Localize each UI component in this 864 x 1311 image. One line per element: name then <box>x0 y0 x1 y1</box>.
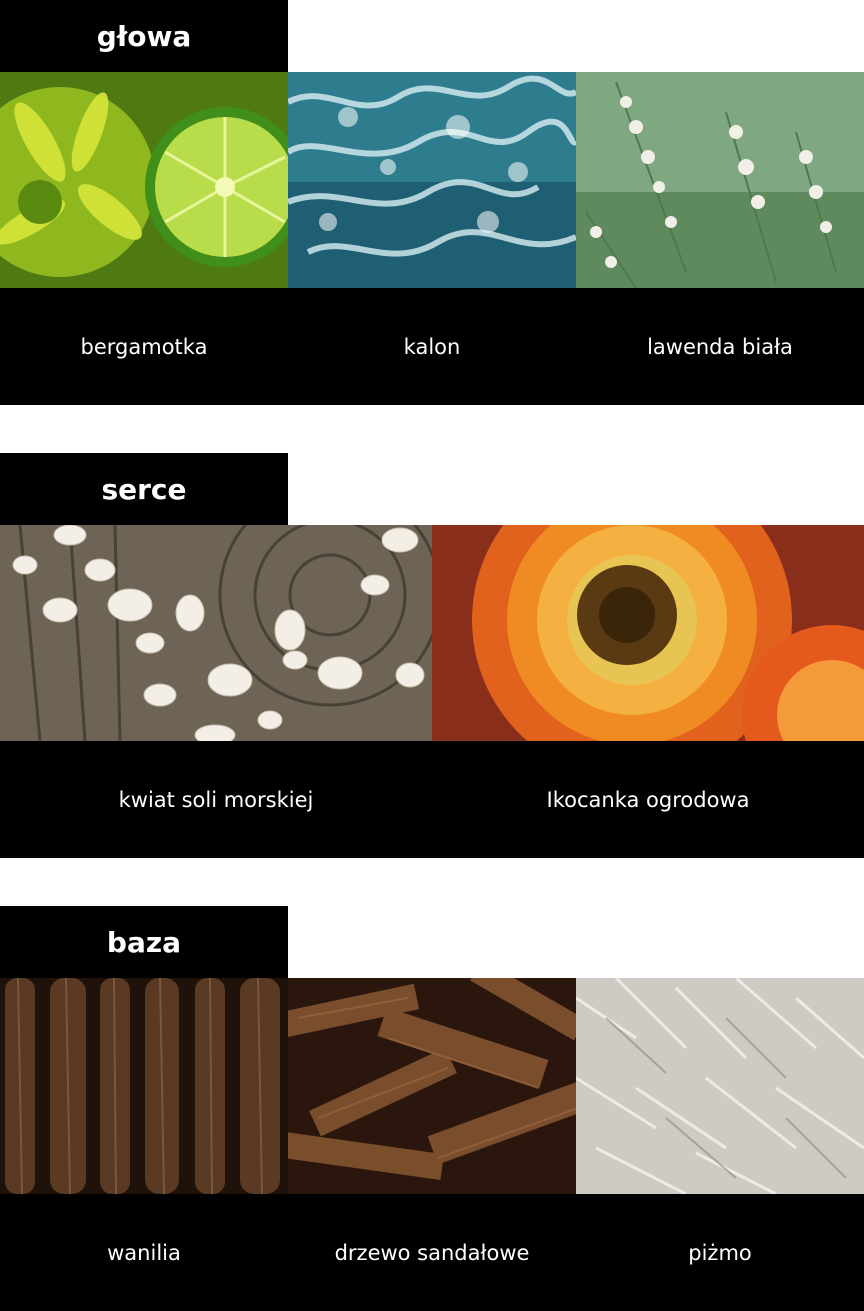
vanilla-pods-image <box>0 978 288 1194</box>
bergamot-image <box>0 72 288 288</box>
note-label: Ikocanka ogrodowa <box>546 787 750 812</box>
labels-bar: bergamotka kalon lawenda biała <box>0 288 864 405</box>
image-row <box>0 525 864 741</box>
sea-salt-on-wood-image <box>0 525 432 741</box>
note-label: piżmo <box>688 1240 752 1265</box>
note-label: kalon <box>403 334 461 359</box>
note-label: wanilia <box>107 1240 181 1265</box>
section-tag: głowa <box>0 0 288 72</box>
note-label: kwiat soli morskiej <box>118 787 314 812</box>
sandalwood-image <box>288 978 576 1194</box>
section-tag: serce <box>0 453 288 525</box>
fur-image <box>576 978 864 1194</box>
note-label: drzewo sandałowe <box>334 1240 530 1265</box>
image-row <box>0 72 864 288</box>
section-glowa: głowa bergamotka kalon lawenda biała <box>0 0 864 405</box>
sea-water-image <box>288 72 576 288</box>
note-label: lawenda biała <box>647 334 793 359</box>
note-label: bergamotka <box>80 334 208 359</box>
section-tag: baza <box>0 906 288 978</box>
labels-bar: kwiat soli morskiej Ikocanka ogrodowa <box>0 741 864 858</box>
white-lavender-image <box>576 72 864 288</box>
strawflower-image <box>432 525 864 741</box>
section-serce: serce kwiat soli morskiej Ikocanka ogrod… <box>0 453 864 858</box>
image-row <box>0 978 864 1194</box>
labels-bar: wanilia drzewo sandałowe piżmo <box>0 1194 864 1311</box>
section-baza: baza wanilia drzewo sandałowe piżmo <box>0 906 864 1311</box>
